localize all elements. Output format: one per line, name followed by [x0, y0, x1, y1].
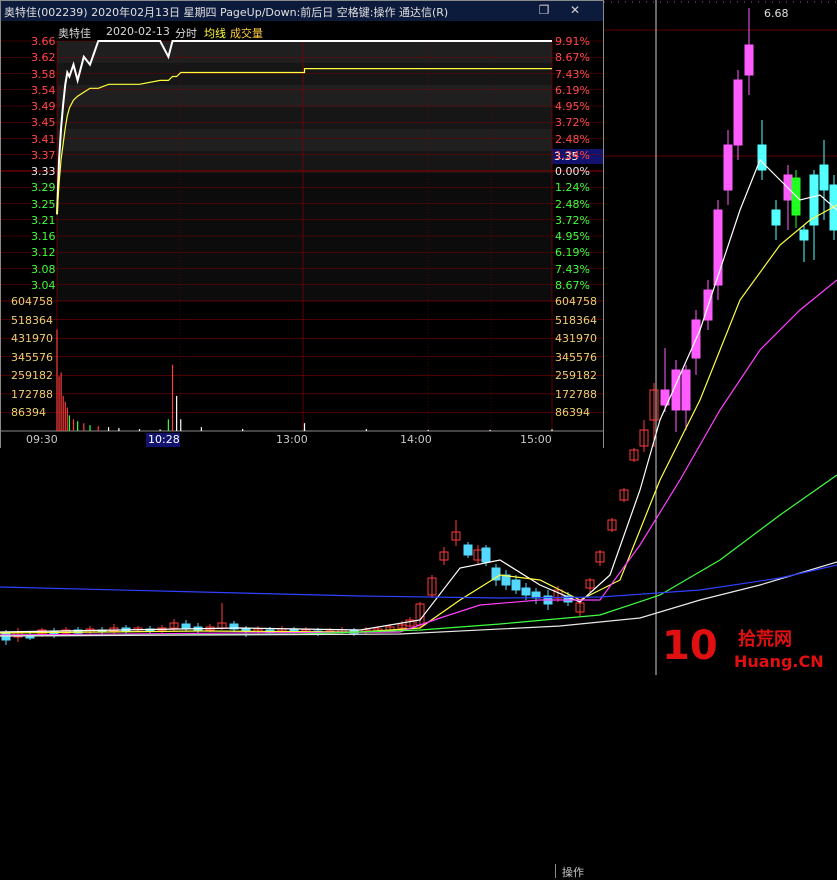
intraday-popup-window[interactable]: 奥特佳(002239) 2020年02月13日 星期四 PageUp/Down:…: [0, 0, 604, 879]
percent-tick-right: 1.24%: [555, 148, 590, 162]
candle-body: [771, 209, 781, 226]
percent-tick-right: 4.95%: [555, 100, 590, 113]
price-tick-left: 3.25: [31, 197, 56, 211]
percent-tick-right: 1.24%: [555, 181, 590, 195]
candle-body: [799, 229, 809, 241]
percent-tick-right: 9.91%: [555, 35, 590, 48]
percent-tick-right: 7.43%: [555, 262, 590, 276]
time-label-0930: 09:30: [26, 433, 58, 446]
price-band: [57, 85, 552, 107]
price-tick-left: 3.58: [31, 67, 56, 81]
price-tick-left: 3.04: [31, 278, 56, 292]
svg-text:10: 10: [662, 623, 718, 669]
percent-tick-right: 2.48%: [555, 132, 590, 146]
percent-tick-right: 3.72%: [555, 213, 590, 227]
volume-tick-left: 259182: [11, 369, 53, 383]
volume-tick-right: 345576: [555, 350, 597, 364]
time-label-cursor: 10:28: [148, 433, 180, 446]
operation-label: 操作: [562, 866, 584, 879]
candle-body: [463, 544, 473, 556]
percent-tick-right: 8.67%: [555, 278, 590, 292]
percent-tick-right: 6.19%: [555, 83, 590, 97]
percent-tick-right: 0.00%: [555, 165, 590, 178]
percent-tick-right: 4.95%: [555, 230, 590, 243]
high-price-label: 6.68: [764, 7, 789, 20]
price-band: [57, 129, 552, 151]
price-tick-left: 3.33: [31, 165, 56, 178]
price-tick-left: 3.08: [31, 262, 56, 276]
site-logo: 10 拾荒网 Huang.CN: [662, 623, 824, 671]
time-label-1400: 14:00: [400, 433, 432, 446]
candle-body: [744, 44, 754, 76]
candle-body: [181, 623, 191, 629]
candle-body: [819, 164, 829, 191]
volume-tick-left: 604758: [11, 295, 53, 308]
volume-tick-right: 86394: [555, 406, 590, 420]
time-axis: 09:30 10:28 13:00 14:00 15:00 操作: [1, 432, 603, 879]
volume-tick-right: 518364: [555, 313, 597, 327]
percent-tick-right: 6.19%: [555, 246, 590, 260]
svg-text:拾荒网: 拾荒网: [738, 628, 792, 650]
candle-body: [733, 79, 743, 146]
svg-text:Huang.CN: Huang.CN: [734, 652, 824, 671]
candle-body: [521, 587, 531, 596]
percent-tick-right: 2.48%: [555, 197, 590, 211]
intraday-chart[interactable]: [1, 1, 603, 432]
moving-average-line: [0, 474, 837, 637]
volume-tick-left: 86394: [11, 406, 46, 420]
volume-tick-left: 172788: [11, 387, 53, 401]
price-tick-left: 3.16: [31, 230, 56, 243]
price-band: [57, 41, 552, 63]
volume-tick-left: 345576: [11, 350, 53, 364]
volume-tick-right: 172788: [555, 387, 597, 401]
price-tick-left: 3.45: [31, 116, 56, 130]
price-band: [57, 63, 552, 85]
price-band: [57, 151, 552, 173]
volume-tick-left: 431970: [11, 332, 53, 346]
moving-average-line: [0, 564, 837, 599]
candle-body: [713, 209, 723, 286]
percent-tick-right: 8.67%: [555, 51, 590, 65]
time-label-1300: 13:00: [276, 433, 308, 446]
price-tick-left: 3.21: [31, 213, 56, 227]
operation-button[interactable]: 操作: [555, 864, 602, 879]
volume-tick-right: 604758: [555, 295, 597, 308]
price-band-lower: [57, 173, 552, 301]
time-label-1500: 15:00: [520, 433, 552, 446]
candle-body: [511, 579, 521, 591]
price-tick-left: 3.37: [31, 148, 56, 162]
price-tick-left: 3.12: [31, 246, 56, 260]
candle-body: [757, 144, 767, 171]
price-tick-left: 3.62: [31, 51, 56, 65]
candle-body: [681, 369, 691, 411]
price-tick-left: 3.29: [31, 181, 56, 195]
price-tick-left: 3.66: [31, 35, 56, 48]
price-band: [57, 107, 552, 129]
candle-body: [723, 144, 733, 191]
percent-tick-right: 3.72%: [555, 116, 590, 130]
price-tick-left: 3.54: [31, 83, 56, 97]
candle-body: [481, 547, 491, 563]
price-tick-left: 3.41: [31, 132, 56, 146]
volume-tick-left: 518364: [11, 313, 53, 327]
volume-tick-right: 259182: [555, 369, 597, 383]
volume-tick-right: 431970: [555, 332, 597, 346]
price-tick-left: 3.49: [31, 100, 56, 113]
percent-tick-right: 7.43%: [555, 67, 590, 81]
